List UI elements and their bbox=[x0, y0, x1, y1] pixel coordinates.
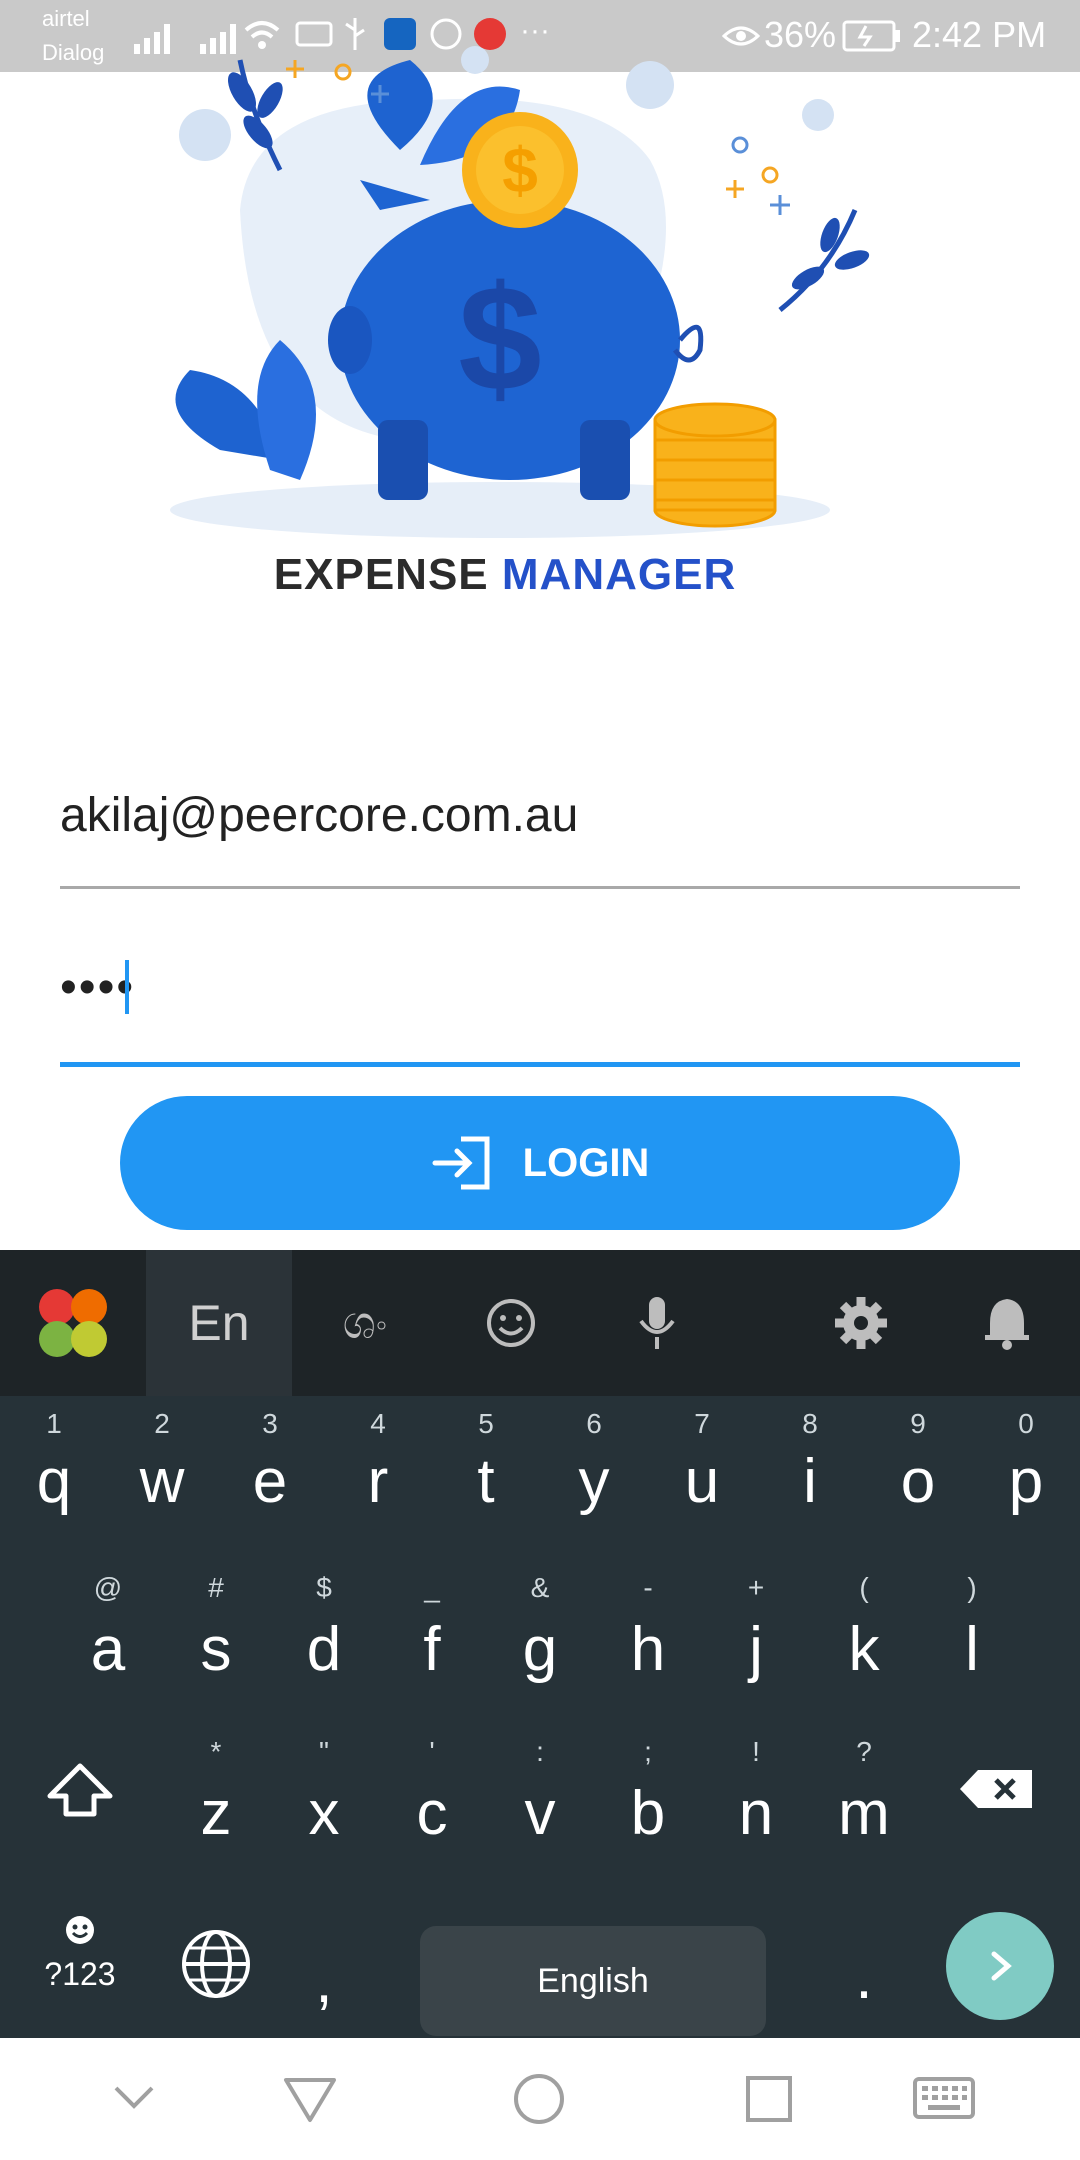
key-n[interactable]: ! n bbox=[702, 1728, 810, 1878]
sinhala-language-icon[interactable]: ශං bbox=[292, 1250, 438, 1396]
space-key[interactable]: English bbox=[420, 1926, 766, 2036]
soft-keyboard: En ශං 1q 2w 3e 4r 5t 6y 7u 8i 9o 0p @ a #… bbox=[0, 1250, 1080, 2038]
gear-icon[interactable] bbox=[788, 1250, 934, 1396]
recents-icon[interactable] bbox=[744, 2074, 794, 2124]
key-u[interactable]: 7u bbox=[648, 1400, 756, 1550]
password-field[interactable]: •••• bbox=[60, 930, 1020, 1067]
login-icon bbox=[432, 1136, 490, 1190]
password-value: •••• bbox=[60, 961, 136, 1014]
key-w[interactable]: 2w bbox=[108, 1400, 216, 1550]
key-r[interactable]: 4r bbox=[324, 1400, 432, 1550]
key-x[interactable]: " x bbox=[270, 1728, 378, 1878]
key-y[interactable]: 6y bbox=[540, 1400, 648, 1550]
app-logo-text: EXPENSE MANAGER bbox=[0, 550, 1010, 600]
key-b[interactable]: ; b bbox=[594, 1728, 702, 1878]
key-c[interactable]: ' c bbox=[378, 1728, 486, 1878]
key-d[interactable]: $ d bbox=[270, 1564, 378, 1714]
key-i[interactable]: 8i bbox=[756, 1400, 864, 1550]
key-l[interactable]: ) l bbox=[918, 1564, 1026, 1714]
symbols-key[interactable]: ?123 bbox=[20, 1900, 140, 2030]
email-value: akilaj@peercore.com.au bbox=[60, 789, 579, 842]
carrier-name-2: Dialog bbox=[42, 40, 105, 65]
piggy-bank-illustration: $ $ bbox=[170, 46, 870, 538]
chevron-right-icon bbox=[991, 1951, 1012, 1981]
key-m[interactable]: ? m bbox=[810, 1728, 918, 1878]
clock: 2:42 PM bbox=[912, 14, 1047, 55]
key-a[interactable]: @ a bbox=[54, 1564, 162, 1714]
shift-key[interactable] bbox=[20, 1740, 140, 1890]
bell-icon[interactable] bbox=[934, 1250, 1080, 1396]
key-period[interactable]: . bbox=[810, 1890, 918, 2030]
key-comma[interactable]: , bbox=[270, 1890, 378, 2030]
login-button[interactable]: LOGIN bbox=[120, 1096, 960, 1230]
system-navigation-bar bbox=[0, 2038, 1080, 2160]
key-g[interactable]: & g bbox=[486, 1564, 594, 1714]
shift-icon bbox=[47, 1763, 113, 1817]
key-p[interactable]: 0p bbox=[972, 1400, 1080, 1550]
enter-key[interactable] bbox=[946, 1912, 1054, 2020]
globe-icon bbox=[182, 1930, 250, 1998]
home-icon[interactable] bbox=[512, 2072, 566, 2126]
key-z[interactable]: * z bbox=[162, 1728, 270, 1878]
key-s[interactable]: # s bbox=[162, 1564, 270, 1714]
chevron-down-icon[interactable] bbox=[112, 2082, 156, 2112]
key-v[interactable]: :v bbox=[486, 1728, 594, 1878]
key-j[interactable]: + j bbox=[702, 1564, 810, 1714]
keyboard-toolbar: En ශං bbox=[0, 1250, 1080, 1396]
key-h[interactable]: -h bbox=[594, 1564, 702, 1714]
svg-text:$: $ bbox=[502, 134, 538, 206]
key-o[interactable]: 9o bbox=[864, 1400, 972, 1550]
microphone-icon[interactable] bbox=[584, 1250, 730, 1396]
login-label: LOGIN bbox=[522, 1140, 650, 1185]
carrier-name-1: airtel bbox=[42, 6, 90, 31]
symbols-label: ?123 bbox=[44, 1956, 116, 1992]
key-e[interactable]: 3e bbox=[216, 1400, 324, 1550]
language-tab-english[interactable]: En bbox=[146, 1250, 292, 1396]
key-k[interactable]: (k bbox=[810, 1564, 918, 1714]
brand-word-manager: MANAGER bbox=[501, 550, 737, 599]
language-switch-key[interactable] bbox=[162, 1910, 270, 2030]
brand-word-expense: EXPENSE bbox=[273, 550, 489, 599]
app-logo-icon[interactable] bbox=[0, 1250, 146, 1396]
svg-text:$: $ bbox=[458, 254, 541, 422]
key-q[interactable]: 1q bbox=[0, 1400, 108, 1550]
backspace-key[interactable] bbox=[940, 1740, 1060, 1890]
backspace-icon bbox=[960, 1770, 1032, 1808]
smiley-icon bbox=[66, 1916, 94, 1944]
email-field[interactable]: akilaj@peercore.com.au bbox=[60, 760, 1020, 889]
back-icon[interactable] bbox=[282, 2074, 338, 2124]
text-caret bbox=[125, 960, 129, 1014]
key-f[interactable]: _ f bbox=[378, 1564, 486, 1714]
key-t[interactable]: 5t bbox=[432, 1400, 540, 1550]
keyboard-icon[interactable] bbox=[912, 2076, 976, 2120]
emoji-icon[interactable] bbox=[438, 1250, 584, 1396]
